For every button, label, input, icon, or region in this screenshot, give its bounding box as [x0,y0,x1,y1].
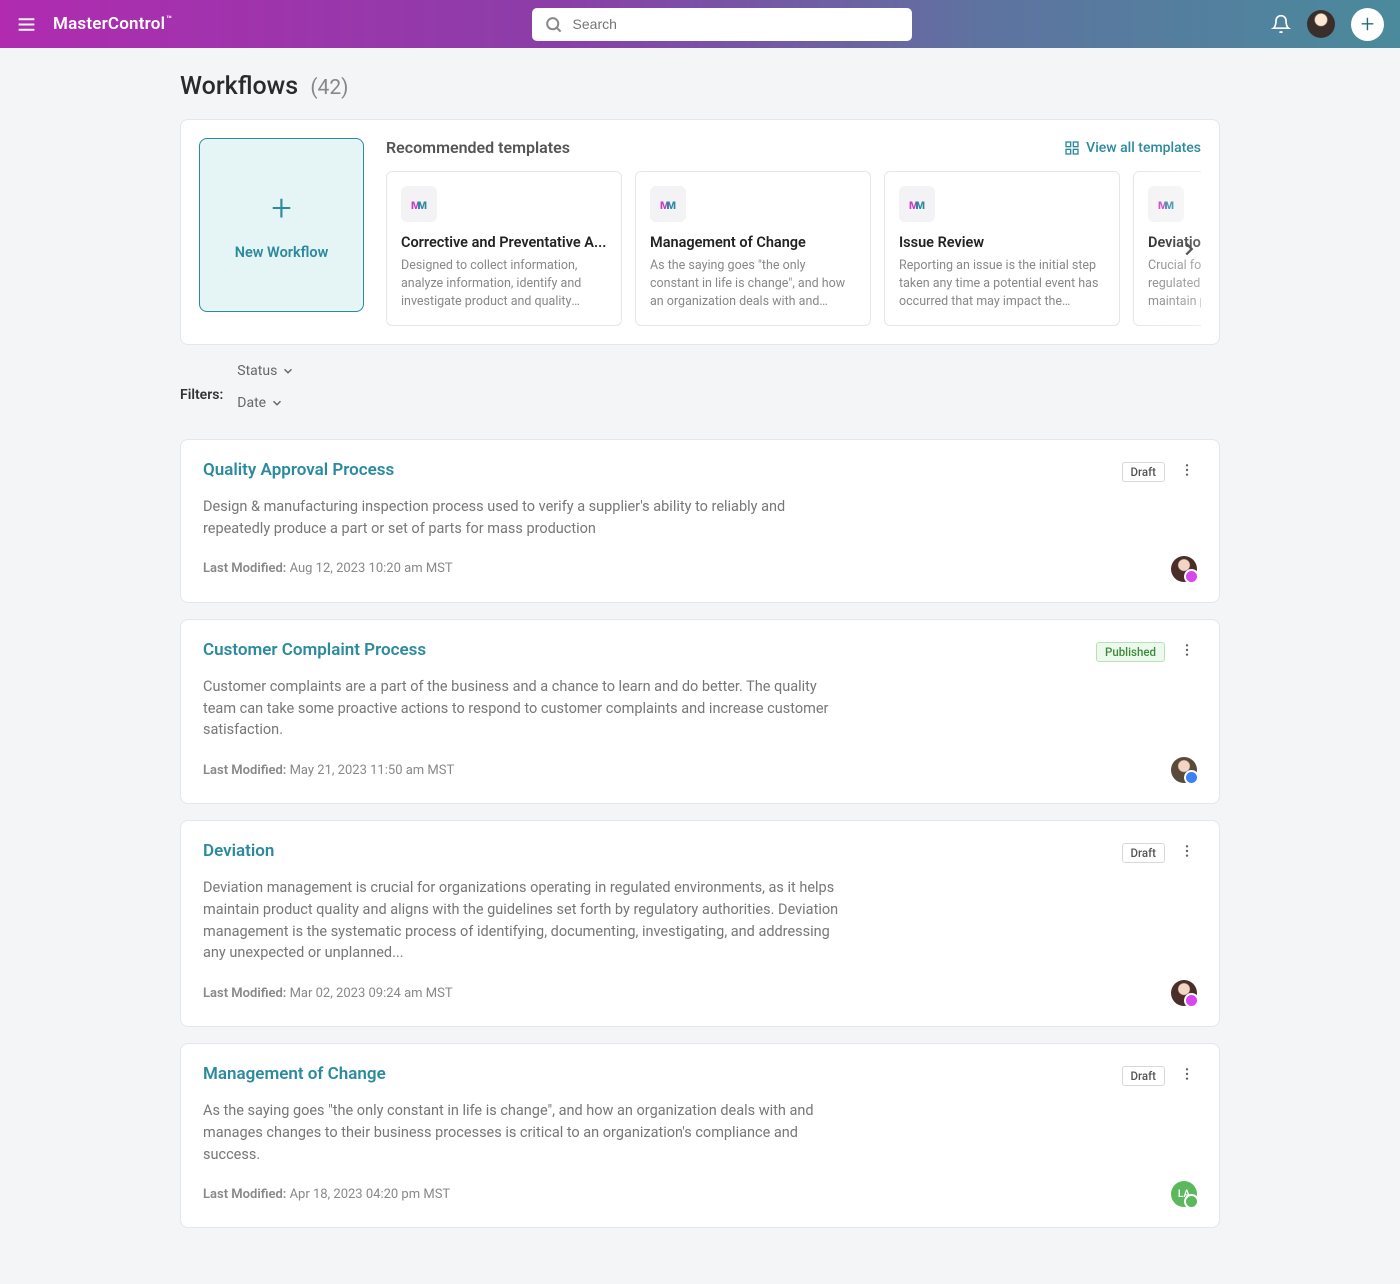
kebab-icon [1179,843,1195,859]
workflow-owner-avatar[interactable] [1171,980,1197,1006]
workflow-modified: Last Modified: Aug 12, 2023 10:20 am MST [203,561,453,576]
workflow-title-link[interactable]: Management of Change [203,1064,386,1084]
kebab-icon [1179,642,1195,658]
workflow-title-link[interactable]: Quality Approval Process [203,460,394,480]
workflow-owner-avatar[interactable] [1171,757,1197,783]
recommended-heading: Recommended templates [386,138,570,157]
workflow-title-link[interactable]: Customer Complaint Process [203,640,426,660]
workflow-description: Customer complaints are a part of the bu… [203,676,843,741]
template-desc: Crucial for organizations operating in r… [1148,257,1201,311]
workflow-title-link[interactable]: Deviation [203,841,274,861]
workflow-modified: Last Modified: Mar 02, 2023 09:24 am MST [203,986,453,1001]
kebab-icon [1179,462,1195,478]
filter-status[interactable]: Status [237,363,295,379]
workflow-modified: Last Modified: Apr 18, 2023 04:20 pm MST [203,1187,450,1202]
main-content: Workflows (42) + New Workflow Recommende… [160,48,1240,1284]
hamburger-menu-icon[interactable] [16,14,37,35]
template-card[interactable]: ᴍᴍ Management of Change As the saying go… [635,171,871,326]
grid-icon [1064,140,1080,156]
template-brand-icon: ᴍᴍ [899,186,935,222]
workflow-description: Design & manufacturing inspection proces… [203,496,843,540]
template-card[interactable]: ᴍᴍ Issue Review Reporting an issue is th… [884,171,1120,326]
filters-row: Filters: Status Date [180,363,1220,427]
workflow-owner-avatar[interactable]: LA [1171,1181,1197,1207]
template-desc: Reporting an issue is the initial step t… [899,257,1105,311]
status-badge: Draft [1122,843,1165,863]
chevron-down-icon [281,364,295,378]
workflow-description: As the saying goes "the only constant in… [203,1100,843,1165]
workflows-list: Quality Approval Process Draft Design & … [180,439,1220,1228]
app-header: MasterControl™ + [0,0,1400,48]
plus-icon: + [271,190,291,226]
new-workflow-button[interactable]: + New Workflow [199,138,364,312]
template-card[interactable]: ᴍᴍ Corrective and Preventative A... Desi… [386,171,622,326]
chevron-right-icon [1178,238,1200,260]
filters-label: Filters: [180,387,223,403]
template-title: Corrective and Preventative A... [401,234,607,251]
chevron-down-icon [270,396,284,410]
page-title: Workflows (42) [180,72,1220,101]
workflow-description: Deviation management is crucial for orga… [203,877,843,964]
status-badge: Draft [1122,462,1165,482]
search-icon [544,15,563,34]
search-container [532,8,912,41]
workflow-owner-avatar[interactable] [1171,556,1197,582]
workflow-menu-button[interactable] [1177,1064,1197,1088]
workflow-menu-button[interactable] [1177,841,1197,865]
template-desc: As the saying goes "the only constant in… [650,257,856,311]
view-all-templates-link[interactable]: View all templates [1064,140,1201,156]
workflow-card: Customer Complaint Process Published Cus… [180,619,1220,804]
status-badge: Published [1096,642,1165,662]
global-create-button[interactable]: + [1351,8,1384,41]
brand-logo: MasterControl™ [53,14,172,34]
workflow-card: Management of Change Draft As the saying… [180,1043,1220,1228]
notifications-icon[interactable] [1271,14,1291,34]
template-brand-icon: ᴍᴍ [1148,186,1184,222]
carousel-next-button[interactable] [1173,233,1201,265]
template-carousel: ᴍᴍ Corrective and Preventative A... Desi… [386,171,1201,326]
status-badge: Draft [1122,1066,1165,1086]
header-actions: + [1271,8,1384,41]
template-brand-icon: ᴍᴍ [401,186,437,222]
search-input[interactable] [573,16,900,32]
template-desc: Designed to collect information, analyze… [401,257,607,311]
recommended-panel: + New Workflow Recommended templates Vie… [180,119,1220,345]
template-title: Management of Change [650,234,856,251]
workflow-card: Quality Approval Process Draft Design & … [180,439,1220,603]
template-brand-icon: ᴍᴍ [650,186,686,222]
workflow-count: (42) [310,76,348,100]
workflow-menu-button[interactable] [1177,460,1197,484]
template-title: Issue Review [899,234,1105,251]
workflow-menu-button[interactable] [1177,640,1197,664]
filter-date[interactable]: Date [237,395,295,411]
workflow-card: Deviation Draft Deviation management is … [180,820,1220,1027]
workflow-modified: Last Modified: May 21, 2023 11:50 am MST [203,763,454,778]
kebab-icon [1179,1066,1195,1082]
user-avatar[interactable] [1307,10,1335,38]
